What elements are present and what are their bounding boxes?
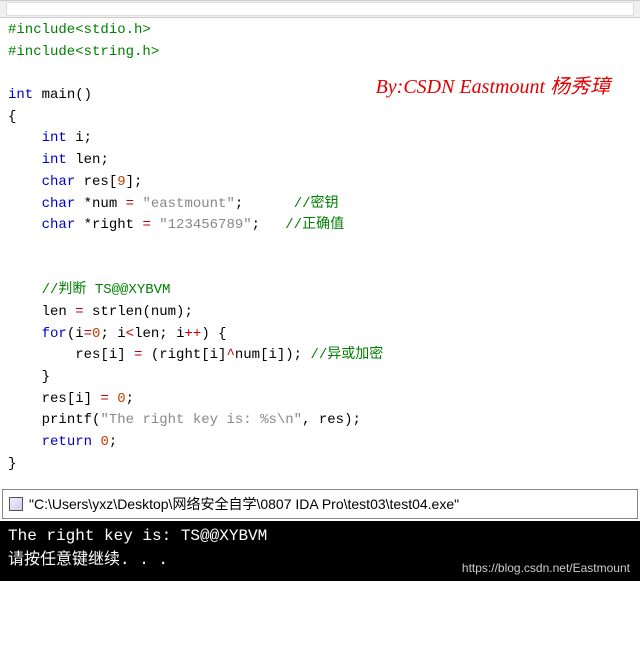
code-line: len = strlen(num); xyxy=(8,302,632,324)
code-line: res[i] = (right[i]^num[i]); //异或加密 xyxy=(8,345,632,367)
toolbar xyxy=(0,0,640,18)
punc: ; i xyxy=(100,326,125,342)
kw: char xyxy=(42,196,76,212)
ident: res[i] xyxy=(75,347,134,363)
ident: main xyxy=(33,87,75,103)
string: "The right key is: %s\n" xyxy=(100,412,302,428)
kw: for xyxy=(42,326,67,342)
punc: ) { xyxy=(201,326,226,342)
header: <stdio.h> xyxy=(75,22,151,38)
window-title-bar[interactable]: "C:\Users\yxz\Desktop\网络安全自学\0807 IDA Pr… xyxy=(2,489,638,519)
code-line: printf("The right key is: %s\n", res); xyxy=(8,410,632,432)
ident: printf xyxy=(42,412,92,428)
ident: len; i xyxy=(134,326,184,342)
code-line xyxy=(8,259,632,281)
preproc: #include xyxy=(8,44,75,60)
preproc: #include xyxy=(8,22,75,38)
op: = xyxy=(100,391,108,407)
code-line: return 0; xyxy=(8,432,632,454)
op: < xyxy=(126,326,134,342)
toolbar-input[interactable] xyxy=(6,2,634,16)
ident: i xyxy=(67,130,84,146)
kw: char xyxy=(42,217,76,233)
code-line: int len; xyxy=(8,150,632,172)
ident: strlen xyxy=(84,304,143,320)
punc: } xyxy=(8,456,16,472)
code-line: char *num = "eastmount"; //密钥 xyxy=(8,194,632,216)
watermark: By:CSDN Eastmount 杨秀璋 xyxy=(376,72,610,103)
kw: int xyxy=(42,152,67,168)
op: = xyxy=(75,304,83,320)
header: <string.h> xyxy=(75,44,159,60)
ident: *right xyxy=(75,217,142,233)
ident: res[i] xyxy=(42,391,101,407)
code-line: for(i=0; i<len; i++) { xyxy=(8,324,632,346)
num: 0 xyxy=(100,434,108,450)
console-line: The right key is: TS@@XYBVM xyxy=(8,527,632,545)
num: 0 xyxy=(117,391,125,407)
watermark-url: https://blog.csdn.net/Eastmount xyxy=(462,561,630,575)
code-line: { xyxy=(8,107,632,129)
punc: () xyxy=(75,87,92,103)
kw: return xyxy=(42,434,92,450)
console-output: The right key is: TS@@XYBVM 请按任意键继续. . .… xyxy=(0,521,640,581)
code-line: int i; xyxy=(8,128,632,150)
comment: //判断 TS@@XYBVM xyxy=(42,282,171,298)
code-line: res[i] = 0; xyxy=(8,389,632,411)
ident: len xyxy=(67,152,101,168)
string: "123456789" xyxy=(151,217,252,233)
code-line: } xyxy=(8,454,632,476)
punc: (i xyxy=(67,326,84,342)
op: = xyxy=(126,196,134,212)
code-line xyxy=(8,237,632,259)
code-line: } xyxy=(8,367,632,389)
kw: char xyxy=(42,174,76,190)
ident: *num xyxy=(75,196,125,212)
punc: { xyxy=(8,109,16,125)
code-line: #include<string.h> xyxy=(8,42,632,64)
op: = xyxy=(84,326,92,342)
window-title: "C:\Users\yxz\Desktop\网络安全自学\0807 IDA Pr… xyxy=(29,494,459,514)
code-editor[interactable]: By:CSDN Eastmount 杨秀璋 #include<stdio.h> … xyxy=(0,18,640,483)
punc: (right[i] xyxy=(142,347,226,363)
kw: int xyxy=(8,87,33,103)
op: = xyxy=(142,217,150,233)
op: ++ xyxy=(185,326,202,342)
code-line: char *right = "123456789"; //正确值 xyxy=(8,215,632,237)
sp xyxy=(109,391,117,407)
comment: //正确值 xyxy=(285,217,344,233)
punc: } xyxy=(42,369,50,385)
code-line: char res[9]; xyxy=(8,172,632,194)
punc: , res) xyxy=(302,412,352,428)
app-icon xyxy=(9,497,23,511)
punc: num[i]); xyxy=(235,347,311,363)
kw: int xyxy=(42,130,67,146)
ident: res xyxy=(75,174,109,190)
comment: //异或加密 xyxy=(310,347,383,363)
ident: len xyxy=(42,304,76,320)
num: 9 xyxy=(117,174,125,190)
op: ^ xyxy=(226,347,234,363)
code-line: //判断 TS@@XYBVM xyxy=(8,280,632,302)
string: "eastmount" xyxy=(134,196,235,212)
comment: //密钥 xyxy=(294,196,339,212)
punc: (num) xyxy=(142,304,184,320)
code-line: #include<stdio.h> xyxy=(8,20,632,42)
